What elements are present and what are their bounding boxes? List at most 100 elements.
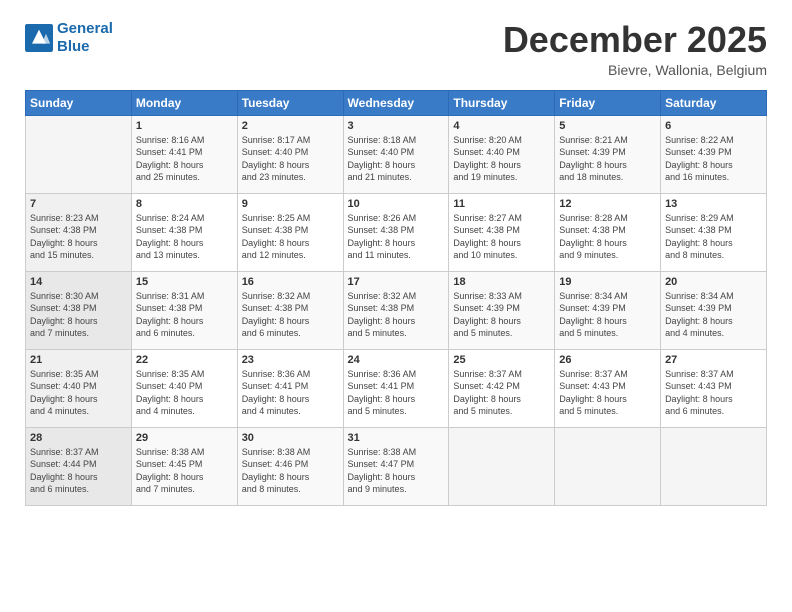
day-number: 20 [665, 276, 762, 288]
calendar-cell: 17Sunrise: 8:32 AM Sunset: 4:38 PM Dayli… [343, 271, 449, 349]
day-number: 14 [30, 276, 127, 288]
day-info: Sunrise: 8:29 AM Sunset: 4:38 PM Dayligh… [665, 212, 762, 262]
day-number: 17 [348, 276, 445, 288]
weekday-friday: Friday [555, 90, 661, 115]
day-info: Sunrise: 8:32 AM Sunset: 4:38 PM Dayligh… [242, 290, 339, 340]
calendar-cell: 2 Sunrise: 8:17 AM Sunset: 4:40 PM Daylig… [237, 115, 343, 193]
weekday-sunday: Sunday [26, 90, 132, 115]
week-row-2: 7 Sunrise: 8:23 AM Sunset: 4:38 PM Daylig… [26, 193, 767, 271]
calendar-cell: 18 Sunrise: 8:33 AM Sunset: 4:39 PM Dayli… [449, 271, 555, 349]
day-number: 24 [348, 354, 445, 366]
day-info: Sunrise: 8:37 AM Sunset: 4:43 PM Dayligh… [559, 368, 656, 418]
calendar-cell: 25 Sunrise: 8:37 AM Sunset: 4:42 PM Dayli… [449, 349, 555, 427]
calendar-cell: 30 Sunrise: 8:38 AM Sunset: 4:46 PM Dayli… [237, 427, 343, 505]
day-number: 1 [136, 120, 233, 132]
weekday-monday: Monday [131, 90, 237, 115]
calendar-cell: 26Sunrise: 8:37 AM Sunset: 4:43 PM Dayli… [555, 349, 661, 427]
calendar-cell: 29Sunrise: 8:38 AM Sunset: 4:45 PM Dayli… [131, 427, 237, 505]
day-info: Sunrise: 8:38 AM Sunset: 4:46 PM Dayligh… [242, 446, 339, 496]
logo: General Blue [25, 20, 113, 56]
day-info: Sunrise: 8:34 AM Sunset: 4:39 PM Dayligh… [665, 290, 762, 340]
weekday-saturday: Saturday [661, 90, 767, 115]
day-number: 3 [348, 120, 445, 132]
calendar-cell [449, 427, 555, 505]
calendar-cell: 4 Sunrise: 8:20 AM Sunset: 4:40 PM Daylig… [449, 115, 555, 193]
day-info: Sunrise: 8:27 AM Sunset: 4:38 PM Dayligh… [453, 212, 550, 262]
day-info: Sunrise: 8:26 AM Sunset: 4:38 PM Dayligh… [348, 212, 445, 262]
calendar-cell: 22 Sunrise: 8:35 AM Sunset: 4:40 PM Dayli… [131, 349, 237, 427]
calendar-cell: 9Sunrise: 8:25 AM Sunset: 4:38 PM Daylig… [237, 193, 343, 271]
day-number: 18 [453, 276, 550, 288]
day-number: 16 [242, 276, 339, 288]
weekday-wednesday: Wednesday [343, 90, 449, 115]
day-number: 31 [348, 432, 445, 444]
day-number: 25 [453, 354, 550, 366]
day-info: Sunrise: 8:33 AM Sunset: 4:39 PM Dayligh… [453, 290, 550, 340]
day-info: Sunrise: 8:37 AM Sunset: 4:42 PM Dayligh… [453, 368, 550, 418]
day-info: Sunrise: 8:21 AM Sunset: 4:39 PM Dayligh… [559, 134, 656, 184]
day-number: 9 [242, 198, 339, 210]
calendar-cell: 16 Sunrise: 8:32 AM Sunset: 4:38 PM Dayli… [237, 271, 343, 349]
day-number: 11 [453, 198, 550, 210]
day-info: Sunrise: 8:36 AM Sunset: 4:41 PM Dayligh… [242, 368, 339, 418]
calendar-cell [661, 427, 767, 505]
day-info: Sunrise: 8:38 AM Sunset: 4:47 PM Dayligh… [348, 446, 445, 496]
day-info: Sunrise: 8:20 AM Sunset: 4:40 PM Dayligh… [453, 134, 550, 184]
day-number: 28 [30, 432, 127, 444]
week-row-4: 21 Sunrise: 8:35 AM Sunset: 4:40 PM Dayli… [26, 349, 767, 427]
title-block: December 2025 Bievre, Wallonia, Belgium [503, 20, 767, 78]
calendar-cell: 31 Sunrise: 8:38 AM Sunset: 4:47 PM Dayli… [343, 427, 449, 505]
day-info: Sunrise: 8:23 AM Sunset: 4:38 PM Dayligh… [30, 212, 127, 262]
calendar-cell: 5 Sunrise: 8:21 AM Sunset: 4:39 PM Daylig… [555, 115, 661, 193]
day-number: 5 [559, 120, 656, 132]
day-number: 4 [453, 120, 550, 132]
calendar-cell: 12Sunrise: 8:28 AM Sunset: 4:38 PM Dayli… [555, 193, 661, 271]
day-number: 27 [665, 354, 762, 366]
calendar-cell: 23 Sunrise: 8:36 AM Sunset: 4:41 PM Dayli… [237, 349, 343, 427]
calendar-cell: 15Sunrise: 8:31 AM Sunset: 4:38 PM Dayli… [131, 271, 237, 349]
header: General Blue December 2025 Bievre, Wallo… [25, 20, 767, 78]
month-title: December 2025 [503, 20, 767, 60]
calendar-cell: 27Sunrise: 8:37 AM Sunset: 4:43 PM Dayli… [661, 349, 767, 427]
page: General Blue December 2025 Bievre, Wallo… [0, 0, 792, 612]
logo-icon [25, 24, 53, 52]
day-number: 19 [559, 276, 656, 288]
day-info: Sunrise: 8:24 AM Sunset: 4:38 PM Dayligh… [136, 212, 233, 262]
calendar-cell: 10 Sunrise: 8:26 AM Sunset: 4:38 PM Dayli… [343, 193, 449, 271]
calendar-cell: 13Sunrise: 8:29 AM Sunset: 4:38 PM Dayli… [661, 193, 767, 271]
week-row-1: 1 Sunrise: 8:16 AM Sunset: 4:41 PM Daylig… [26, 115, 767, 193]
calendar-cell: 21 Sunrise: 8:35 AM Sunset: 4:40 PM Dayli… [26, 349, 132, 427]
logo-text: General Blue [57, 20, 113, 56]
day-number: 10 [348, 198, 445, 210]
day-number: 30 [242, 432, 339, 444]
calendar-cell: 11 Sunrise: 8:27 AM Sunset: 4:38 PM Dayli… [449, 193, 555, 271]
calendar-cell: 20 Sunrise: 8:34 AM Sunset: 4:39 PM Dayli… [661, 271, 767, 349]
day-number: 6 [665, 120, 762, 132]
day-info: Sunrise: 8:35 AM Sunset: 4:40 PM Dayligh… [136, 368, 233, 418]
calendar-cell: 19 Sunrise: 8:34 AM Sunset: 4:39 PM Dayli… [555, 271, 661, 349]
week-row-3: 14 Sunrise: 8:30 AM Sunset: 4:38 PM Dayli… [26, 271, 767, 349]
day-number: 2 [242, 120, 339, 132]
day-number: 22 [136, 354, 233, 366]
day-info: Sunrise: 8:31 AM Sunset: 4:38 PM Dayligh… [136, 290, 233, 340]
calendar-table: SundayMondayTuesdayWednesdayThursdayFrid… [25, 90, 767, 506]
day-info: Sunrise: 8:34 AM Sunset: 4:39 PM Dayligh… [559, 290, 656, 340]
day-info: Sunrise: 8:16 AM Sunset: 4:41 PM Dayligh… [136, 134, 233, 184]
day-number: 23 [242, 354, 339, 366]
day-number: 8 [136, 198, 233, 210]
day-info: Sunrise: 8:17 AM Sunset: 4:40 PM Dayligh… [242, 134, 339, 184]
day-number: 7 [30, 198, 127, 210]
day-info: Sunrise: 8:36 AM Sunset: 4:41 PM Dayligh… [348, 368, 445, 418]
calendar-cell: 8 Sunrise: 8:24 AM Sunset: 4:38 PM Daylig… [131, 193, 237, 271]
calendar-cell: 7 Sunrise: 8:23 AM Sunset: 4:38 PM Daylig… [26, 193, 132, 271]
day-number: 21 [30, 354, 127, 366]
calendar-cell: 24 Sunrise: 8:36 AM Sunset: 4:41 PM Dayli… [343, 349, 449, 427]
day-info: Sunrise: 8:35 AM Sunset: 4:40 PM Dayligh… [30, 368, 127, 418]
day-info: Sunrise: 8:30 AM Sunset: 4:38 PM Dayligh… [30, 290, 127, 340]
week-row-5: 28Sunrise: 8:37 AM Sunset: 4:44 PM Dayli… [26, 427, 767, 505]
day-number: 12 [559, 198, 656, 210]
day-info: Sunrise: 8:38 AM Sunset: 4:45 PM Dayligh… [136, 446, 233, 496]
calendar-cell [26, 115, 132, 193]
calendar-cell [555, 427, 661, 505]
calendar-cell: 3Sunrise: 8:18 AM Sunset: 4:40 PM Daylig… [343, 115, 449, 193]
